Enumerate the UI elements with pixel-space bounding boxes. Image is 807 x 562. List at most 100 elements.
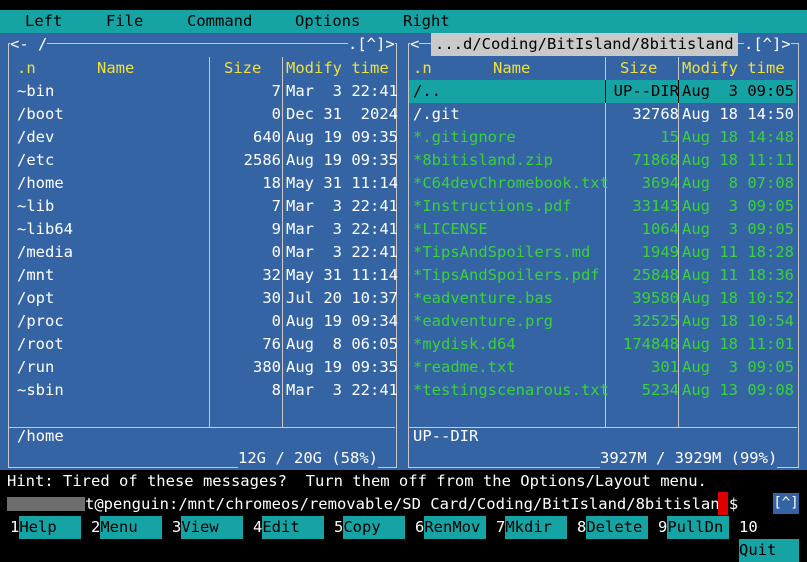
file-modify-time: Mar 3 22:41 [286, 381, 398, 399]
left-status-divider [9, 427, 395, 428]
file-row[interactable]: *8bitisland.zip 71868 Aug 18 11:11 [409, 149, 796, 172]
fkey-delete[interactable]: 8Delete [577, 516, 649, 539]
file-row[interactable]: *mydisk.d64 174848 Aug 18 11:01 [409, 333, 796, 356]
file-row[interactable]: /.. UP--DIR Aug 3 09:05 [409, 80, 796, 103]
file-size: 0 [271, 243, 281, 261]
file-modify-time: Aug 18 10:52 [682, 289, 794, 307]
file-size: 30 [262, 289, 281, 307]
menu-file[interactable]: File [106, 10, 143, 33]
file-row[interactable]: /etc 2586 Aug 19 09:35 [9, 149, 398, 172]
file-row[interactable]: *readme.txt 301 Aug 3 09:05 [409, 356, 796, 379]
file-name: *Instructions.pdf [413, 197, 572, 215]
right-col-modify[interactable]: Modify time [682, 57, 785, 80]
file-row[interactable]: /boot 0 Dec 31 2024 [9, 103, 398, 126]
file-row[interactable]: /.git 32768 Aug 18 14:50 [409, 103, 796, 126]
file-modify-time: Mar 3 22:41 [286, 82, 398, 100]
shell-prompt[interactable]: t@penguin:/mnt/chromeos/removable/SD Car… [7, 493, 738, 516]
left-col-name[interactable]: Name [97, 57, 134, 80]
file-name: *mydisk.d64 [413, 335, 516, 353]
file-row[interactable]: *eadventure.bas 39580 Aug 18 10:52 [409, 287, 796, 310]
file-size: 0 [271, 105, 281, 123]
right-panel-nav[interactable]: < [410, 33, 420, 56]
fkey-pulldn[interactable]: 9PullDn [658, 516, 730, 539]
fkey-number: 4 [253, 518, 263, 536]
file-modify-time: Aug 19 09:35 [286, 358, 398, 376]
file-size: 1064 [641, 220, 679, 238]
file-row[interactable]: /media 0 Mar 3 22:41 [9, 241, 398, 264]
left-panel[interactable]: <- / .[^]> .n Name Size Modify time ~bin… [0, 33, 404, 470]
file-name: ~lib [17, 197, 55, 215]
file-size: 640 [253, 128, 281, 146]
file-name: *TipsAndSpoilers.md [413, 243, 591, 261]
right-panel-controls[interactable]: .[^]> [744, 33, 791, 56]
right-panel[interactable]: < ...d/Coding/BitIsland/8bitisland .[^]>… [404, 33, 807, 470]
right-col-name[interactable]: Name [493, 57, 530, 80]
file-row[interactable]: /dev 640 Aug 19 09:35 [9, 126, 398, 149]
right-col-n[interactable]: .n [413, 57, 432, 80]
fkey-help[interactable]: 1Help [10, 516, 82, 539]
file-row[interactable]: /root 76 Aug 8 06:05 [9, 333, 398, 356]
file-row[interactable]: /opt 30 Jul 20 10:37 [9, 287, 398, 310]
left-panel-controls[interactable]: .[^]> [348, 33, 395, 56]
file-row[interactable]: /mnt 32 May 31 11:14 [9, 264, 398, 287]
fkey-copy[interactable]: 5Copy [334, 516, 406, 539]
fkey-label: Copy [343, 516, 406, 539]
file-name: *eadventure.prg [413, 312, 553, 330]
file-row[interactable]: *TipsAndSpoilers.pdf 25848 Aug 11 18:36 [409, 264, 796, 287]
file-row[interactable]: *Instructions.pdf 33143 Aug 3 09:05 [409, 195, 796, 218]
fkey-menu[interactable]: 2Menu [91, 516, 163, 539]
file-row[interactable]: /home 18 May 31 11:14 [9, 172, 398, 195]
fkey-edit[interactable]: 4Edit [253, 516, 325, 539]
fkey-mkdir[interactable]: 7Mkdir [496, 516, 568, 539]
fkey-label: Menu [100, 516, 163, 539]
left-col-n[interactable]: .n [17, 57, 36, 80]
command-line-cursor[interactable] [718, 492, 728, 515]
menu-options[interactable]: Options [295, 10, 360, 33]
file-modify-time: Aug 11 18:28 [682, 243, 794, 261]
menu-right[interactable]: Right [403, 10, 450, 33]
file-row[interactable]: *testingscenarous.txt 5234 Aug 13 09:08 [409, 379, 796, 402]
right-panel-path[interactable]: ...d/Coding/BitIsland/8bitisland [431, 33, 738, 56]
fkey-quit[interactable]: 10 Quit [739, 516, 807, 562]
file-modify-time: Aug 18 11:01 [682, 335, 794, 353]
file-size: 25848 [632, 266, 679, 284]
file-name: /boot [17, 105, 64, 123]
command-history-button[interactable]: [^] [773, 493, 799, 514]
file-row[interactable]: ~sbin 8 Mar 3 22:41 [9, 379, 398, 402]
file-row[interactable]: ~lib 7 Mar 3 22:41 [9, 195, 398, 218]
menu-left[interactable]: Left [25, 10, 62, 33]
file-name: *LICENSE [413, 220, 488, 238]
left-col-size[interactable]: Size [224, 57, 261, 80]
file-row[interactable]: /proc 0 Aug 19 09:34 [9, 310, 398, 333]
menu-command[interactable]: Command [187, 10, 252, 33]
left-col-modify[interactable]: Modify time [286, 57, 389, 80]
file-modify-time: Aug 3 09:05 [682, 358, 794, 376]
right-col-size[interactable]: Size [620, 57, 657, 80]
file-size: 33143 [632, 197, 679, 215]
file-name: *8bitisland.zip [413, 151, 553, 169]
fkey-label: Help [19, 516, 82, 539]
fkey-label: RenMov [424, 516, 487, 539]
file-name: /run [17, 358, 55, 376]
file-size: 301 [651, 358, 679, 376]
file-name: *testingscenarous.txt [413, 381, 609, 399]
file-row[interactable]: ~lib64 9 Mar 3 22:41 [9, 218, 398, 241]
file-size: 71868 [632, 151, 679, 169]
file-size: 32768 [632, 105, 679, 123]
fkey-number: 2 [91, 518, 101, 536]
file-size: 9 [271, 220, 281, 238]
file-row[interactable]: *LICENSE 1064 Aug 3 09:05 [409, 218, 796, 241]
file-modify-time: Aug 8 06:05 [286, 335, 398, 353]
fkey-view[interactable]: 3View [172, 516, 244, 539]
file-size: UP--DIR [613, 82, 679, 100]
file-row[interactable]: *.gitignore 15 Aug 18 14:48 [409, 126, 796, 149]
fkey-label: PullDn [667, 516, 730, 539]
file-row[interactable]: *TipsAndSpoilers.md 1949 Aug 11 18:28 [409, 241, 796, 264]
left-panel-path[interactable]: <- / [10, 33, 48, 56]
fkey-renmov[interactable]: 6RenMov [415, 516, 487, 539]
file-row[interactable]: ~bin 7 Mar 3 22:41 [9, 80, 398, 103]
file-name: *.gitignore [413, 128, 516, 146]
file-row[interactable]: *eadventure.prg 32525 Aug 18 10:54 [409, 310, 796, 333]
file-row[interactable]: *C64devChromebook.txt 3694 Aug 8 07:08 [409, 172, 796, 195]
file-row[interactable]: /run 380 Aug 19 09:35 [9, 356, 398, 379]
